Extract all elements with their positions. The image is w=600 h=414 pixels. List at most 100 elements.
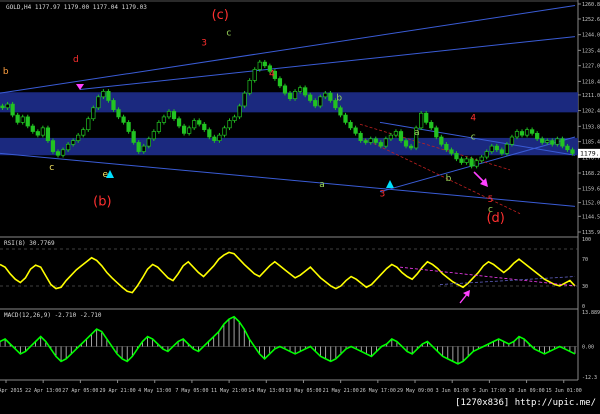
candle-body xyxy=(313,100,318,107)
candle-body xyxy=(484,151,489,158)
price-tick-label: 1193.85 xyxy=(582,124,600,130)
candle-body xyxy=(565,145,570,151)
candle-body xyxy=(257,61,262,70)
candle-body xyxy=(227,120,232,129)
candle-body xyxy=(499,149,504,154)
candle-body xyxy=(161,116,167,123)
price-tick-label: 1202.45 xyxy=(582,109,600,115)
candle-body xyxy=(540,138,545,143)
wave-label: d xyxy=(73,55,79,65)
wave-label: 5 xyxy=(488,195,494,205)
wave-label: 3 xyxy=(201,39,207,49)
macd-tick-label: 0.00 xyxy=(582,344,594,350)
candle-body xyxy=(489,145,494,152)
candle-body xyxy=(187,127,192,134)
candle-body xyxy=(65,143,71,151)
candle-body xyxy=(424,112,429,123)
candle-body xyxy=(111,100,116,110)
candle-body xyxy=(131,131,136,143)
candle-body xyxy=(96,96,101,109)
candle-body xyxy=(393,131,399,136)
candle-body xyxy=(550,140,555,145)
candle-body xyxy=(197,120,202,125)
symbol-info-label: GOLD,H4 1177.97 1179.00 1177.04 1179.03 xyxy=(6,4,147,11)
candle-body xyxy=(116,109,121,118)
price-tick-label: 1159.65 xyxy=(582,187,600,193)
wave-label: b xyxy=(336,93,342,103)
candle-body xyxy=(545,140,550,143)
time-tick-label: 4 May 13:00 xyxy=(138,388,171,394)
candle-body xyxy=(353,127,358,134)
price-tick-label: 1252.65 xyxy=(582,17,600,23)
candle-body xyxy=(479,156,484,162)
candle-body xyxy=(363,140,368,143)
wave-label: a xyxy=(414,128,420,138)
wave-label: c xyxy=(471,133,476,143)
candle-body xyxy=(277,78,283,87)
candle-body xyxy=(429,122,434,129)
candle-body xyxy=(560,138,565,147)
price-tick-label: 1185.45 xyxy=(582,140,600,146)
candle-body xyxy=(449,149,454,154)
macd-tick-label: 13.889 xyxy=(582,310,600,316)
candle-body xyxy=(101,90,106,98)
wave-label: (b) xyxy=(93,194,111,209)
candle-body xyxy=(242,92,247,107)
time-tick-label: 11 May 21:00 xyxy=(211,388,247,394)
time-tick-label: 21 May 21:00 xyxy=(323,388,359,394)
time-tick-label: 17 Apr 2015 xyxy=(0,388,23,394)
candle-body xyxy=(509,136,515,145)
wave-label: c xyxy=(488,205,493,215)
candle-body xyxy=(408,145,414,149)
candle-body xyxy=(403,140,409,147)
price-tick-label: 1152.05 xyxy=(582,201,600,207)
candle-body xyxy=(151,131,156,140)
wave-label: 3 xyxy=(380,189,386,199)
candle-body xyxy=(156,122,161,132)
candle-body xyxy=(388,134,394,140)
candle-body xyxy=(247,80,252,94)
candle-body xyxy=(192,120,197,129)
watermark-label: [1270x836] http://upic.me/ xyxy=(455,398,596,408)
time-tick-label: 29 Apr 21:00 xyxy=(99,388,135,394)
candle-body xyxy=(252,69,257,81)
candle-body xyxy=(439,136,444,145)
price-tick-label: 1211.05 xyxy=(582,93,600,99)
candle-body xyxy=(60,149,66,156)
candle-body xyxy=(474,160,479,167)
candle-body xyxy=(555,138,560,145)
candle-body xyxy=(25,116,30,127)
candle-body xyxy=(368,138,373,143)
candle-body xyxy=(419,112,424,129)
price-tick-label: 1144.55 xyxy=(582,214,600,220)
candle-body xyxy=(343,114,348,123)
price-tick-label: 1235.45 xyxy=(582,48,600,54)
candle-body xyxy=(106,90,111,101)
candle-body xyxy=(86,118,91,131)
trading-chart: (c)(b)(d)cdb34cebab4c5ca3 1260.851252.65… xyxy=(0,0,600,414)
wave-label: c xyxy=(49,163,54,173)
candle-body xyxy=(378,142,383,147)
candle-body xyxy=(504,143,510,154)
candle-body xyxy=(338,107,343,116)
candle-body xyxy=(348,122,353,129)
candle-body xyxy=(383,138,388,147)
candle-body xyxy=(530,129,535,134)
candle-body xyxy=(76,134,81,141)
time-tick-label: 26 May 17:00 xyxy=(360,388,396,394)
price-tick-label: 1227.05 xyxy=(582,64,600,70)
time-tick-label: 27 Apr 05:00 xyxy=(62,388,98,394)
candle-body xyxy=(328,92,333,101)
rsi-label: RSI(8) 30.7769 xyxy=(4,240,55,247)
candle-body xyxy=(40,127,45,136)
macd-label: MACD(12,26,9) -2.710 -2.710 xyxy=(4,312,102,319)
candle-body xyxy=(212,136,217,141)
price-tick-label: 1168.25 xyxy=(582,171,600,177)
candle-body xyxy=(176,118,182,127)
candle-body xyxy=(202,123,207,131)
rsi-tick-label: 100 xyxy=(582,237,591,243)
candle-body xyxy=(71,140,76,145)
candle-body xyxy=(373,138,378,143)
candle-body xyxy=(15,114,20,123)
candle-body xyxy=(55,151,61,156)
